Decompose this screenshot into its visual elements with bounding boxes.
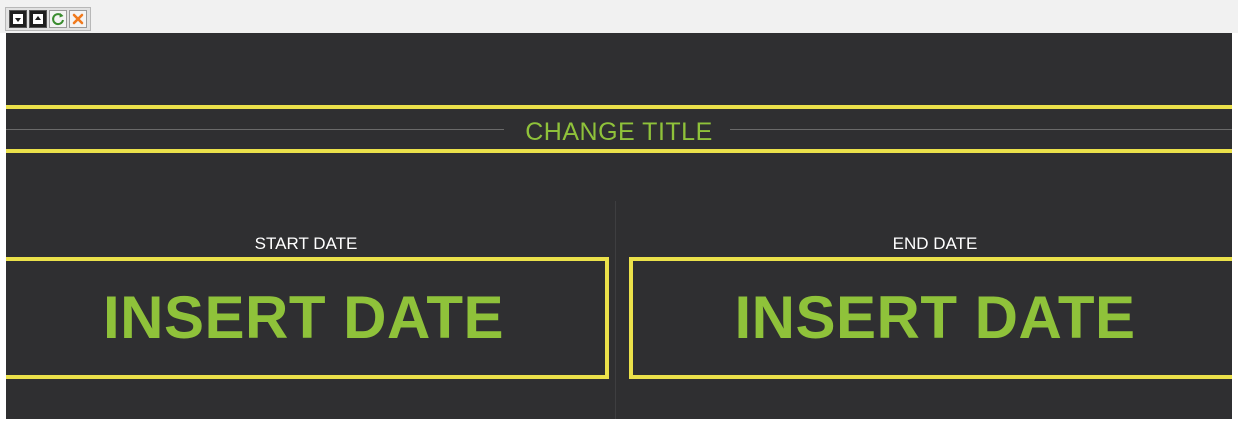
end-date-label: END DATE: [892, 234, 978, 253]
start-date-label: START DATE: [254, 234, 358, 253]
refresh-button[interactable]: [49, 10, 67, 28]
column-divider: [615, 201, 616, 419]
top-bar: [0, 0, 1238, 33]
title-bottom-rule: [6, 149, 1232, 153]
end-date-box[interactable]: INSERT DATE: [629, 257, 1232, 379]
refresh-icon: [52, 13, 64, 26]
move-up-icon: [33, 14, 43, 24]
widget-toolbar: [5, 7, 91, 31]
timeline-banner: CHANGE TITLE START DATE INSERT DATE END …: [6, 33, 1232, 419]
close-button[interactable]: [69, 10, 87, 28]
move-up-button[interactable]: [29, 10, 47, 28]
end-date-value[interactable]: INSERT DATE: [734, 283, 1135, 353]
start-date-box[interactable]: INSERT DATE: [6, 257, 609, 379]
close-icon: [72, 13, 84, 25]
title-top-rule: [6, 105, 1232, 109]
move-down-icon: [13, 14, 23, 24]
move-down-button[interactable]: [9, 10, 27, 28]
start-date-value[interactable]: INSERT DATE: [103, 283, 504, 353]
banner-title[interactable]: CHANGE TITLE: [6, 117, 1232, 147]
